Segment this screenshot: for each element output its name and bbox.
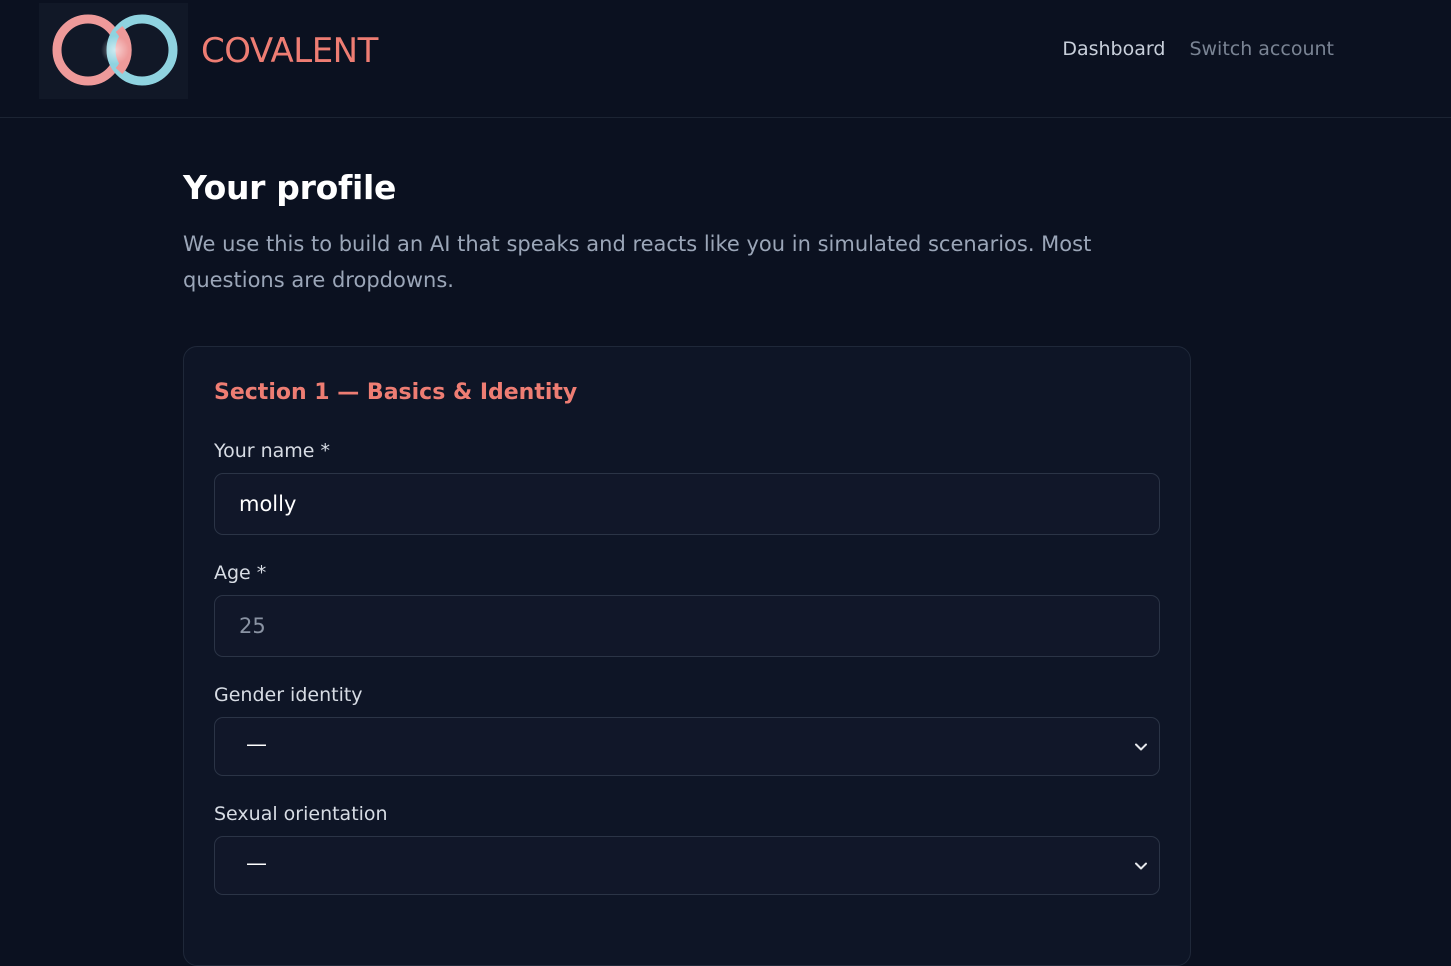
age-input[interactable] bbox=[214, 595, 1160, 657]
sexual-orientation-label: Sexual orientation bbox=[214, 803, 388, 825]
page-title: Your profile bbox=[183, 168, 397, 207]
age-field-label: Age * bbox=[214, 562, 267, 584]
gender-identity-selected-value: — bbox=[246, 732, 267, 756]
gender-identity-select[interactable]: — bbox=[214, 717, 1160, 776]
name-field-label: Your name * bbox=[214, 440, 331, 462]
sexual-orientation-selected-value: — bbox=[246, 851, 267, 875]
nav-link-dashboard[interactable]: Dashboard bbox=[1062, 38, 1165, 60]
logo-icon[interactable] bbox=[39, 3, 188, 99]
header-nav: Dashboard Switch account bbox=[1062, 38, 1334, 60]
name-input[interactable] bbox=[214, 473, 1160, 535]
nav-link-switch-account[interactable]: Switch account bbox=[1189, 38, 1334, 60]
chevron-down-icon bbox=[1135, 743, 1147, 751]
gender-identity-label: Gender identity bbox=[214, 684, 363, 706]
brand-name[interactable]: COVALENT bbox=[201, 31, 378, 71]
chevron-down-icon bbox=[1135, 862, 1147, 870]
section-title: Section 1 — Basics & Identity bbox=[214, 380, 578, 405]
page-intro-text: We use this to build an AI that speaks a… bbox=[183, 232, 1092, 292]
profile-section-card: Section 1 — Basics & Identity Your name … bbox=[183, 346, 1191, 966]
sexual-orientation-select[interactable]: — bbox=[214, 836, 1160, 895]
top-nav-bar: COVALENT Dashboard Switch account bbox=[0, 0, 1451, 118]
